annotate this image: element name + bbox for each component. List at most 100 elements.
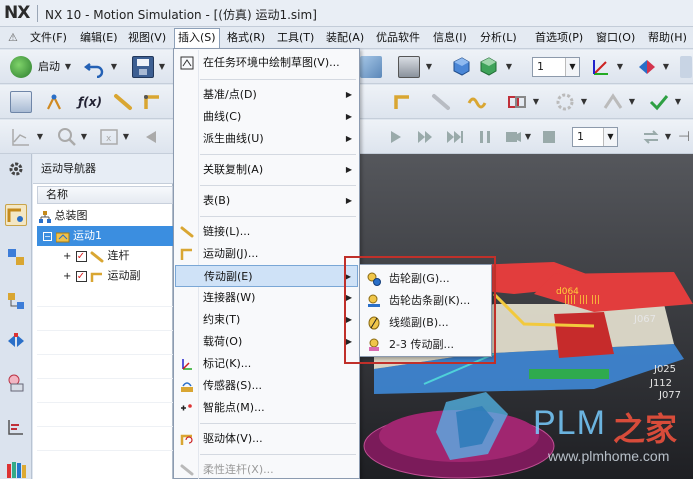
menu-item-curve[interactable]: 曲线(C) ▶ (175, 106, 358, 128)
csys-icon[interactable] (590, 56, 612, 78)
fx-function-icon[interactable]: ƒ(x) (78, 91, 102, 113)
fast-forward-icon[interactable] (444, 126, 466, 148)
menu-item-joint[interactable]: 运动副(J)... (175, 243, 358, 265)
view-orient-dropdown-icon[interactable]: ▼ (505, 56, 513, 78)
step-back-icon[interactable] (140, 126, 162, 148)
csys-dropdown-icon[interactable]: ▼ (616, 56, 624, 78)
menu-item-connector[interactable]: 连接器(W) ▶ (175, 287, 358, 309)
expand-toggle-icon[interactable]: + (63, 267, 72, 287)
system-materials-icon[interactable] (5, 458, 27, 479)
menu-item-sensor[interactable]: 传感器(S)... (175, 375, 358, 397)
menu-assembly[interactable]: 装配(A) (324, 30, 366, 46)
joint-tool-icon[interactable] (142, 91, 164, 113)
loop-icon[interactable] (640, 126, 662, 148)
spring-icon[interactable] (430, 91, 452, 113)
menu-format[interactable]: 格式(R) (225, 30, 267, 46)
trace-dropdown-icon[interactable]: ▼ (122, 126, 130, 148)
joint-tool-2-icon[interactable] (392, 91, 414, 113)
step-forward-icon[interactable] (384, 126, 406, 148)
contact-dropdown-icon[interactable]: ▼ (532, 91, 540, 113)
tree-row-links[interactable]: + ✓ 连杆 (37, 246, 173, 266)
menu-tools[interactable]: 工具(T) (275, 30, 316, 46)
layer-select[interactable]: 1 ▼ (532, 57, 580, 77)
link-tool-icon[interactable] (112, 91, 134, 113)
start-label[interactable]: 启动 (38, 56, 60, 78)
submenu-item-cable[interactable]: 线缆副(B)... (361, 312, 490, 334)
playback-speed-arrow-icon[interactable]: ▼ (603, 128, 617, 146)
loop-dropdown-icon[interactable]: ▼ (664, 126, 672, 148)
menu-item-coupler[interactable]: 传动副(E) ▶ (175, 265, 358, 287)
expand-toggle-icon[interactable]: + (63, 247, 72, 267)
menu-item-associative-copy[interactable]: 关联复制(A) ▶ (175, 159, 358, 181)
edge-display-icon[interactable] (398, 56, 420, 78)
edge-display-dropdown-icon[interactable]: ▼ (425, 56, 433, 78)
playback-speed-select[interactable]: 1 ▼ (572, 127, 618, 147)
tree-row-motion1[interactable]: − 运动1 (37, 226, 173, 246)
trace-icon[interactable]: x (98, 126, 120, 148)
undo-dropdown-icon[interactable]: ▼ (110, 56, 118, 78)
menu-preferences[interactable]: 首选项(P) (533, 30, 585, 46)
menu-info[interactable]: 信息(I) (431, 30, 469, 46)
damper-icon[interactable] (466, 91, 488, 113)
menu-item-flexible-link[interactable]: 柔性连杆(X)... (175, 459, 358, 479)
stop-icon[interactable] (538, 126, 560, 148)
view-orient-icon[interactable] (450, 56, 472, 78)
xy-graph-icon[interactable] (10, 126, 32, 148)
menu-youpin[interactable]: 优品软件 (374, 30, 422, 46)
menu-view[interactable]: 视图(V) (126, 30, 168, 46)
record-icon[interactable] (502, 126, 524, 148)
checkbox-checked-icon[interactable]: ✓ (75, 250, 87, 262)
menu-item-constraint[interactable]: 约束(T) ▶ (175, 309, 358, 331)
motion-env-icon[interactable] (10, 91, 32, 113)
view-orient-2-icon[interactable] (478, 56, 500, 78)
menu-item-table[interactable]: 表(B) ▶ (175, 190, 358, 212)
measure-dropdown-icon[interactable]: ▼ (80, 126, 88, 148)
menu-item-link[interactable]: 链接(L)... (175, 221, 358, 243)
xy-graph-dropdown-icon[interactable]: ▼ (36, 126, 44, 148)
submenu-item-rack-pinion[interactable]: 齿轮齿条副(K)... (361, 290, 490, 312)
display-mode-icon[interactable] (360, 56, 382, 78)
undo-icon[interactable] (84, 56, 106, 79)
start-icon[interactable] (10, 56, 32, 78)
menu-item-datum-point[interactable]: 基准/点(D) ▶ (175, 84, 358, 106)
part-navigator-icon[interactable] (5, 330, 27, 352)
solver-icon[interactable] (648, 91, 670, 113)
snap-icon[interactable] (636, 56, 658, 78)
constraint-icon[interactable] (602, 91, 624, 113)
save-dropdown-icon[interactable]: ▼ (158, 56, 166, 78)
history-icon[interactable] (5, 416, 27, 438)
solver-dropdown-icon[interactable]: ▼ (674, 91, 682, 113)
menu-item-marker[interactable]: 标记(K)... (175, 353, 358, 375)
menu-item-sketch[interactable]: 在任务环境中绘制草图(V)... (175, 52, 358, 74)
play-icon[interactable] (414, 126, 436, 148)
menu-window[interactable]: 窗口(O) (594, 30, 637, 46)
assembly-navigator-icon[interactable] (5, 246, 27, 268)
tree-row-assembly[interactable]: 总装图 (37, 206, 173, 226)
overflow-2-icon[interactable]: ⊣ (678, 126, 692, 148)
menu-item-driver[interactable]: 驱动体(V)... (175, 428, 358, 450)
settings-gear-icon[interactable] (5, 158, 27, 180)
menu-item-load[interactable]: 载荷(O) ▶ (175, 331, 358, 353)
menu-insert[interactable]: 插入(S) (174, 28, 220, 49)
menu-help[interactable]: 帮助(H) (646, 30, 689, 46)
motion-navigator-tab-icon[interactable] (5, 204, 27, 226)
record-dropdown-icon[interactable]: ▼ (524, 126, 532, 148)
menu-file[interactable]: 文件(F) (28, 30, 69, 46)
submenu-item-2-3-coupler[interactable]: 2-3 传动副... (361, 334, 490, 356)
layer-select-arrow-icon[interactable]: ▼ (565, 58, 579, 76)
snap-dropdown-icon[interactable]: ▼ (662, 56, 670, 78)
constraint-navigator-icon[interactable] (5, 290, 27, 312)
reuse-library-icon[interactable] (5, 372, 27, 394)
bushing-dropdown-icon[interactable]: ▼ (580, 91, 588, 113)
menu-edit[interactable]: 编辑(E) (78, 30, 120, 46)
column-header-name[interactable]: 名称 (37, 186, 173, 204)
start-dropdown-icon[interactable]: ▼ (64, 56, 72, 78)
overflow-icon[interactable] (680, 56, 692, 78)
submenu-item-gear[interactable]: 齿轮副(G)... (361, 268, 490, 290)
save-icon[interactable] (132, 56, 154, 78)
constraint-dropdown-icon[interactable]: ▼ (628, 91, 636, 113)
contact-icon[interactable] (506, 91, 528, 113)
tree-row-joints[interactable]: + ✓ 运动副 (37, 266, 173, 286)
menu-item-derived-curve[interactable]: 派生曲线(U) ▶ (175, 128, 358, 150)
checkbox-checked-icon[interactable]: ✓ (75, 270, 87, 282)
